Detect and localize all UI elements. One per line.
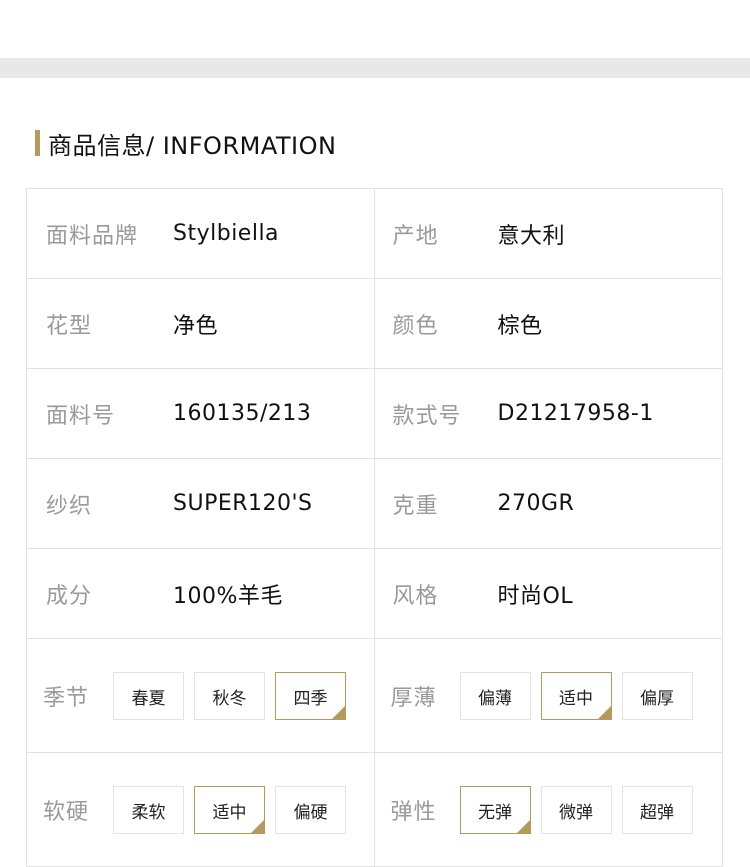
info-value: 净色 bbox=[173, 313, 219, 339]
season-options: 春夏 秋冬 四季 bbox=[113, 672, 346, 720]
info-cell-fabric-number: 面料号 160135/213 bbox=[27, 369, 375, 458]
info-cell-pattern: 花型 净色 bbox=[27, 279, 375, 368]
info-value: D21217958-1 bbox=[497, 401, 654, 426]
info-label: 花型 bbox=[46, 313, 93, 339]
table-row: 花型 净色 颜色 棕色 bbox=[27, 279, 723, 369]
info-cell-composition: 成分 100%羊毛 bbox=[27, 549, 375, 638]
option-tag[interactable]: 柔软 bbox=[113, 786, 184, 834]
option-tag[interactable]: 秋冬 bbox=[194, 672, 265, 720]
info-cell-style: 风格 时尚OL bbox=[375, 549, 723, 638]
option-tag[interactable]: 适中 bbox=[194, 786, 265, 834]
info-label: 面料品牌 bbox=[46, 223, 139, 249]
elasticity-options: 无弹 微弹 超弹 bbox=[459, 786, 693, 834]
option-tag[interactable]: 微弹 bbox=[540, 786, 612, 834]
table-row: 面料品牌 Stylbiella 产地 意大利 bbox=[27, 189, 723, 279]
info-label: 克重 bbox=[392, 493, 439, 519]
info-cell-weight: 克重 270GR bbox=[375, 459, 723, 548]
info-label: 纱织 bbox=[46, 493, 93, 519]
top-blank-area bbox=[0, 0, 750, 58]
thickness-options: 偏薄 适中 偏厚 bbox=[459, 672, 693, 720]
tag-cell-softness: 软硬 柔软 适中 偏硬 bbox=[27, 753, 375, 866]
info-value: 270GR bbox=[497, 491, 575, 516]
info-value: SUPER120'S bbox=[173, 491, 313, 516]
info-label: 风格 bbox=[392, 583, 439, 609]
info-value: Stylbiella bbox=[173, 221, 280, 246]
info-cell-yarn-count: 纱织 SUPER120'S bbox=[27, 459, 375, 548]
tag-group-label: 软硬 bbox=[43, 799, 90, 825]
info-value: 时尚OL bbox=[497, 583, 574, 609]
info-value: 160135/213 bbox=[173, 401, 312, 426]
info-cell-origin: 产地 意大利 bbox=[375, 189, 723, 278]
tag-group-label: 弹性 bbox=[390, 799, 437, 825]
tag-cell-season: 季节 春夏 秋冬 四季 bbox=[27, 639, 375, 752]
option-tag[interactable]: 偏厚 bbox=[621, 672, 693, 720]
option-tag[interactable]: 适中 bbox=[540, 672, 612, 720]
section-title: 商品信息/ INFORMATION bbox=[48, 131, 337, 160]
table-row-tags: 软硬 柔软 适中 偏硬 弹性 无弹 微弹 超弹 bbox=[27, 753, 723, 867]
option-tag[interactable]: 春夏 bbox=[113, 672, 184, 720]
tag-cell-elasticity: 弹性 无弹 微弹 超弹 bbox=[375, 753, 723, 866]
option-tag[interactable]: 偏硬 bbox=[275, 786, 346, 834]
tag-group-label: 厚薄 bbox=[390, 685, 437, 711]
tag-cell-thickness: 厚薄 偏薄 适中 偏厚 bbox=[375, 639, 723, 752]
info-cell-fabric-brand: 面料品牌 Stylbiella bbox=[27, 189, 375, 278]
softness-options: 柔软 适中 偏硬 bbox=[113, 786, 346, 834]
info-cell-color: 颜色 棕色 bbox=[375, 279, 723, 368]
info-value: 意大利 bbox=[497, 223, 566, 249]
tag-group-label: 季节 bbox=[43, 685, 90, 711]
product-info-table: 面料品牌 Stylbiella 产地 意大利 花型 净色 颜色 棕色 面料号 1… bbox=[26, 188, 723, 867]
info-value: 100%羊毛 bbox=[173, 583, 283, 609]
info-label: 面料号 bbox=[46, 403, 116, 429]
table-row: 纱织 SUPER120'S 克重 270GR bbox=[27, 459, 723, 549]
table-row: 面料号 160135/213 款式号 D21217958-1 bbox=[27, 369, 723, 459]
section-divider bbox=[0, 58, 750, 78]
option-tag[interactable]: 超弹 bbox=[621, 786, 693, 834]
option-tag[interactable]: 四季 bbox=[275, 672, 346, 720]
info-value: 棕色 bbox=[497, 313, 543, 339]
option-tag[interactable]: 偏薄 bbox=[459, 672, 531, 720]
info-label: 款式号 bbox=[392, 403, 462, 429]
section-header: 商品信息/ INFORMATION bbox=[35, 130, 336, 160]
table-row: 成分 100%羊毛 风格 时尚OL bbox=[27, 549, 723, 639]
info-label: 成分 bbox=[46, 583, 93, 609]
info-cell-style-number: 款式号 D21217958-1 bbox=[375, 369, 723, 458]
option-tag[interactable]: 无弹 bbox=[459, 786, 531, 834]
info-label: 颜色 bbox=[392, 313, 439, 339]
title-accent-bar bbox=[35, 130, 40, 156]
table-row-tags: 季节 春夏 秋冬 四季 厚薄 偏薄 适中 偏厚 bbox=[27, 639, 723, 753]
info-label: 产地 bbox=[392, 223, 439, 249]
